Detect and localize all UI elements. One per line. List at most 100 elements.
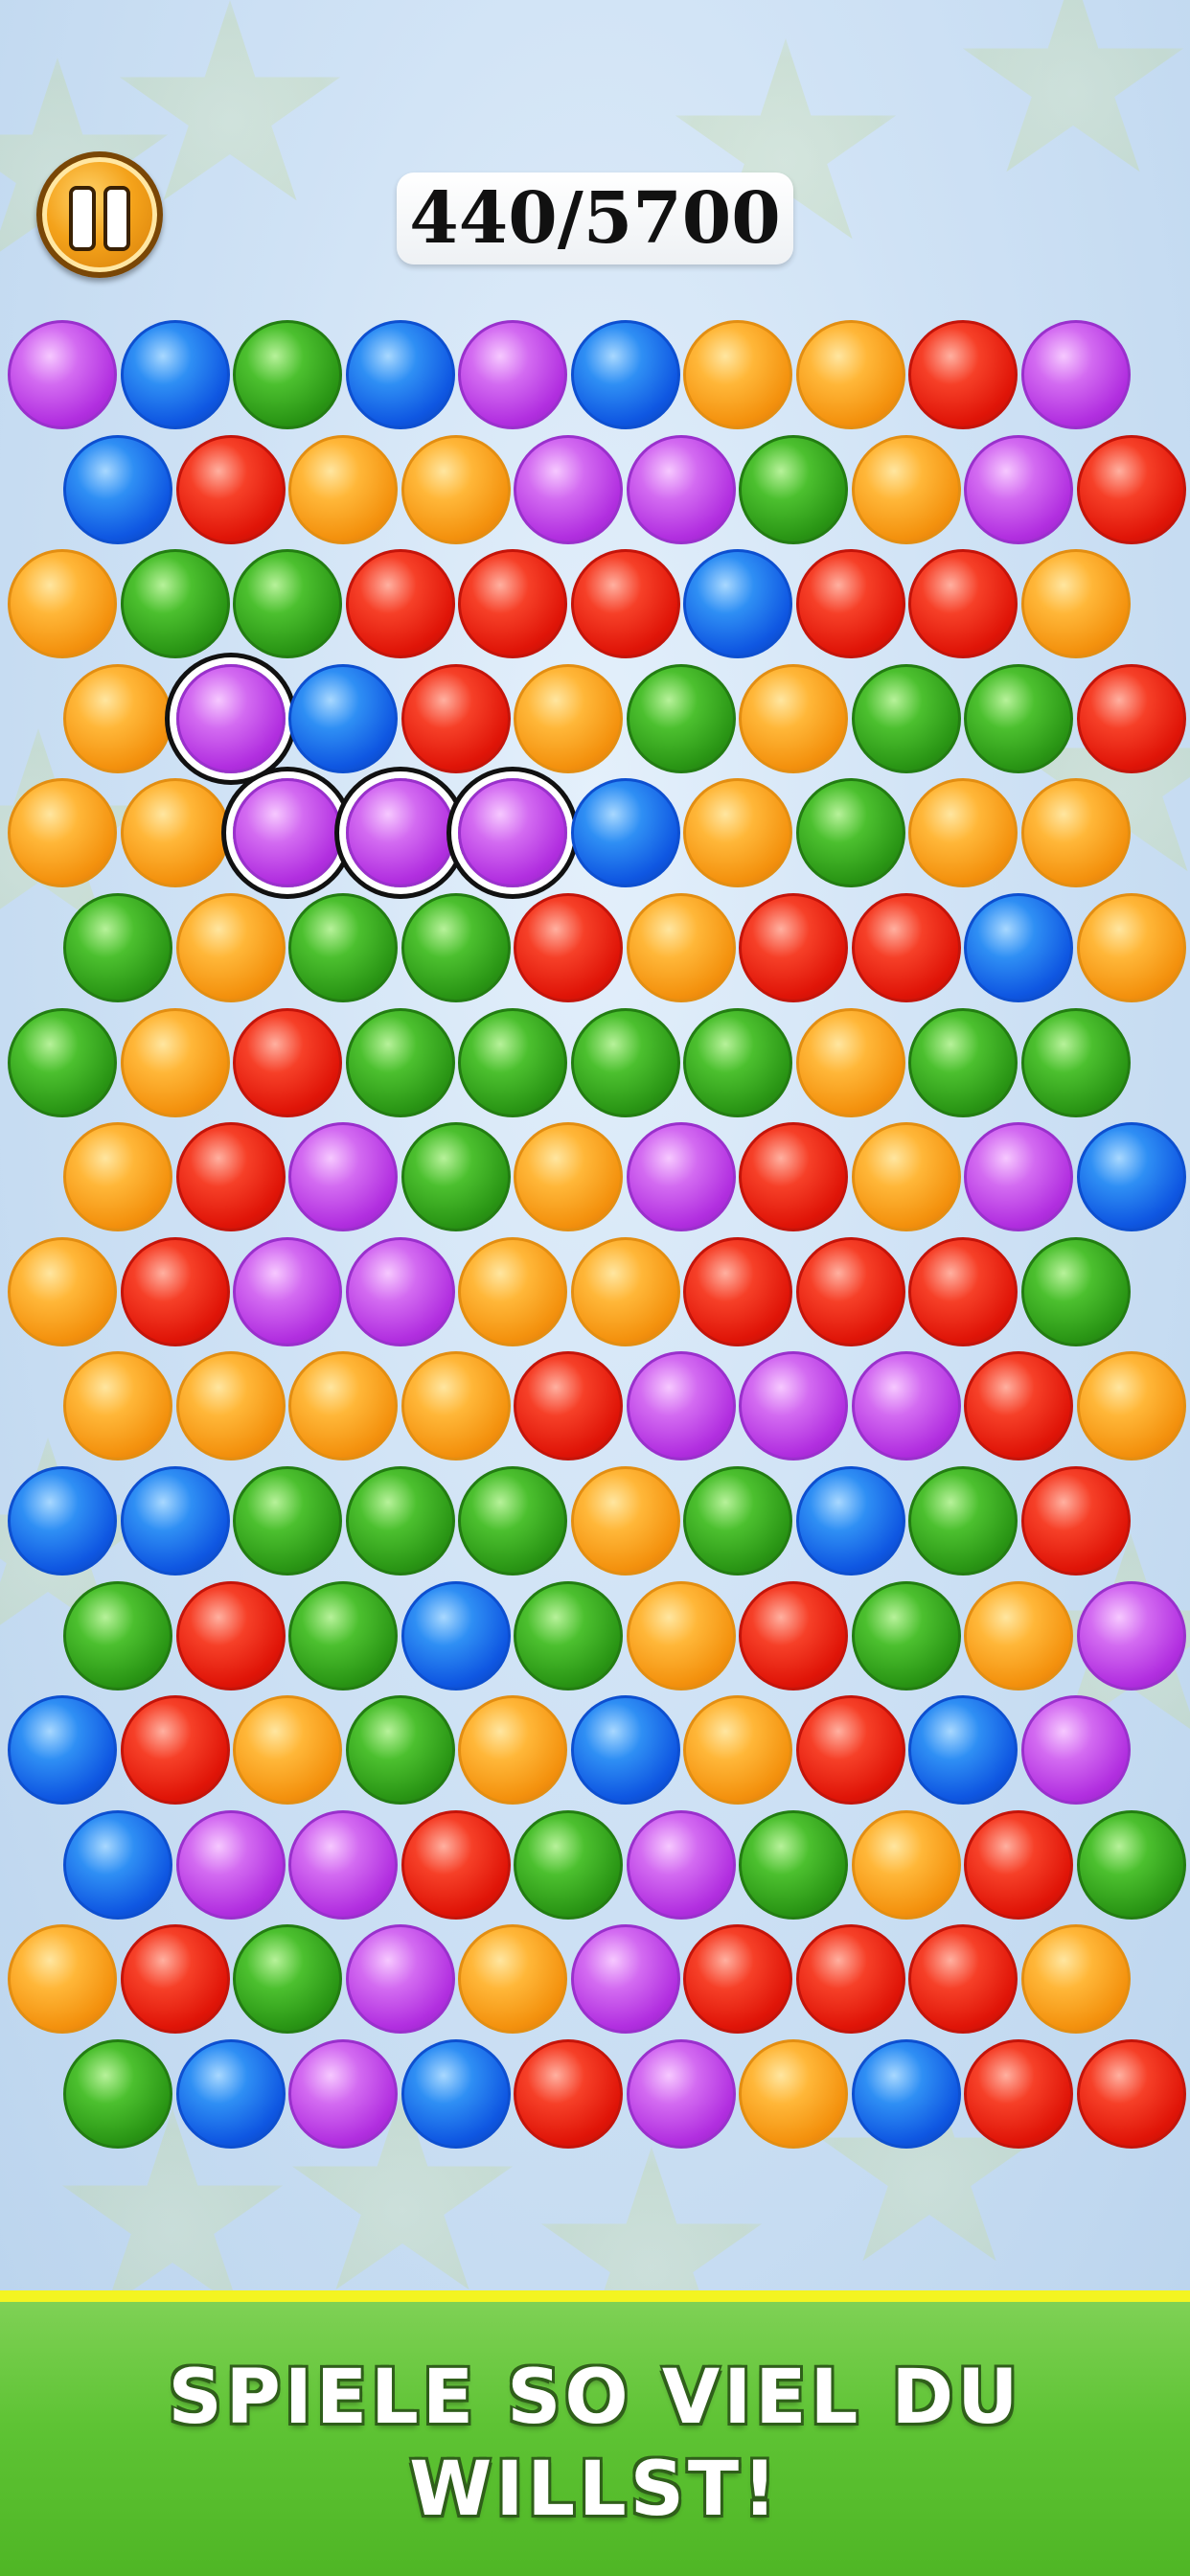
blue-bubble[interactable] <box>908 1695 1018 1806</box>
red-bubble[interactable] <box>233 1007 342 1117</box>
green-bubble[interactable] <box>345 1007 455 1117</box>
orange-bubble[interactable] <box>288 1351 398 1461</box>
orange-bubble[interactable] <box>233 1695 342 1806</box>
green-bubble[interactable] <box>1020 1007 1131 1117</box>
red-bubble[interactable] <box>120 1695 230 1806</box>
green-bubble[interactable] <box>683 1007 792 1117</box>
purple-bubble[interactable] <box>570 1924 680 2035</box>
red-bubble[interactable] <box>739 1122 848 1232</box>
orange-bubble[interactable] <box>8 778 117 888</box>
green-bubble[interactable] <box>1020 1236 1131 1346</box>
orange-bubble[interactable] <box>400 434 511 544</box>
purple-bubble[interactable] <box>739 1351 848 1461</box>
orange-bubble[interactable] <box>795 1007 905 1117</box>
red-bubble[interactable] <box>570 549 680 659</box>
orange-bubble[interactable] <box>570 1236 680 1346</box>
green-bubble[interactable] <box>233 1924 342 2035</box>
red-bubble[interactable] <box>739 893 848 1002</box>
orange-bubble[interactable] <box>120 778 230 888</box>
orange-bubble[interactable] <box>739 2039 848 2149</box>
red-bubble[interactable] <box>683 1236 792 1346</box>
orange-bubble[interactable] <box>570 1466 680 1576</box>
orange-bubble[interactable] <box>1020 778 1131 888</box>
blue-bubble[interactable] <box>570 1695 680 1806</box>
purple-bubble[interactable] <box>626 434 736 544</box>
blue-bubble[interactable] <box>570 320 680 429</box>
red-bubble[interactable] <box>908 1924 1018 2035</box>
green-bubble[interactable] <box>288 893 398 1002</box>
purple-bubble[interactable] <box>233 1236 342 1346</box>
green-bubble[interactable] <box>795 778 905 888</box>
red-bubble[interactable] <box>795 1695 905 1806</box>
orange-bubble[interactable] <box>63 1351 172 1461</box>
red-bubble[interactable] <box>400 1809 511 1920</box>
orange-bubble[interactable] <box>288 434 398 544</box>
blue-bubble[interactable] <box>120 1466 230 1576</box>
blue-bubble[interactable] <box>851 2039 961 2149</box>
green-bubble[interactable] <box>120 549 230 659</box>
red-bubble[interactable] <box>795 1924 905 2035</box>
bubble-board[interactable] <box>0 0 1190 2290</box>
purple-bubble[interactable] <box>1076 1580 1186 1690</box>
green-bubble[interactable] <box>288 1580 398 1690</box>
blue-bubble[interactable] <box>964 893 1073 1002</box>
orange-bubble[interactable] <box>1020 1924 1131 2035</box>
blue-bubble[interactable] <box>175 2039 286 2149</box>
blue-bubble[interactable] <box>288 663 398 773</box>
purple-bubble[interactable] <box>626 1809 736 1920</box>
green-bubble[interactable] <box>233 549 342 659</box>
green-bubble[interactable] <box>63 2039 172 2149</box>
green-bubble[interactable] <box>63 1580 172 1690</box>
purple-bubble[interactable] <box>851 1351 961 1461</box>
purple-bubble[interactable] <box>8 320 117 429</box>
red-bubble[interactable] <box>908 1236 1018 1346</box>
red-bubble[interactable] <box>795 549 905 659</box>
red-bubble[interactable] <box>514 2039 623 2149</box>
green-bubble[interactable] <box>908 1466 1018 1576</box>
green-bubble[interactable] <box>514 1809 623 1920</box>
orange-bubble[interactable] <box>1076 893 1186 1002</box>
orange-bubble[interactable] <box>458 1924 567 2035</box>
green-bubble[interactable] <box>233 1466 342 1576</box>
red-bubble[interactable] <box>514 1351 623 1461</box>
green-bubble[interactable] <box>458 1007 567 1117</box>
orange-bubble[interactable] <box>795 320 905 429</box>
purple-bubble[interactable] <box>345 778 455 888</box>
green-bubble[interactable] <box>739 434 848 544</box>
blue-bubble[interactable] <box>1076 1122 1186 1232</box>
green-bubble[interactable] <box>345 1695 455 1806</box>
orange-bubble[interactable] <box>63 1122 172 1232</box>
blue-bubble[interactable] <box>570 778 680 888</box>
red-bubble[interactable] <box>964 1351 1073 1461</box>
blue-bubble[interactable] <box>63 434 172 544</box>
orange-bubble[interactable] <box>514 663 623 773</box>
orange-bubble[interactable] <box>514 1122 623 1232</box>
red-bubble[interactable] <box>120 1924 230 2035</box>
purple-bubble[interactable] <box>514 434 623 544</box>
red-bubble[interactable] <box>458 549 567 659</box>
orange-bubble[interactable] <box>908 778 1018 888</box>
red-bubble[interactable] <box>795 1236 905 1346</box>
red-bubble[interactable] <box>1076 2039 1186 2149</box>
purple-bubble[interactable] <box>288 2039 398 2149</box>
red-bubble[interactable] <box>1020 1466 1131 1576</box>
blue-bubble[interactable] <box>8 1695 117 1806</box>
green-bubble[interactable] <box>851 663 961 773</box>
green-bubble[interactable] <box>964 663 1073 773</box>
purple-bubble[interactable] <box>175 1809 286 1920</box>
red-bubble[interactable] <box>120 1236 230 1346</box>
orange-bubble[interactable] <box>63 663 172 773</box>
red-bubble[interactable] <box>683 1924 792 2035</box>
orange-bubble[interactable] <box>175 893 286 1002</box>
orange-bubble[interactable] <box>8 549 117 659</box>
purple-bubble[interactable] <box>288 1122 398 1232</box>
red-bubble[interactable] <box>964 1809 1073 1920</box>
orange-bubble[interactable] <box>964 1580 1073 1690</box>
green-bubble[interactable] <box>8 1007 117 1117</box>
orange-bubble[interactable] <box>120 1007 230 1117</box>
orange-bubble[interactable] <box>8 1236 117 1346</box>
red-bubble[interactable] <box>908 549 1018 659</box>
red-bubble[interactable] <box>851 893 961 1002</box>
green-bubble[interactable] <box>1076 1809 1186 1920</box>
orange-bubble[interactable] <box>175 1351 286 1461</box>
